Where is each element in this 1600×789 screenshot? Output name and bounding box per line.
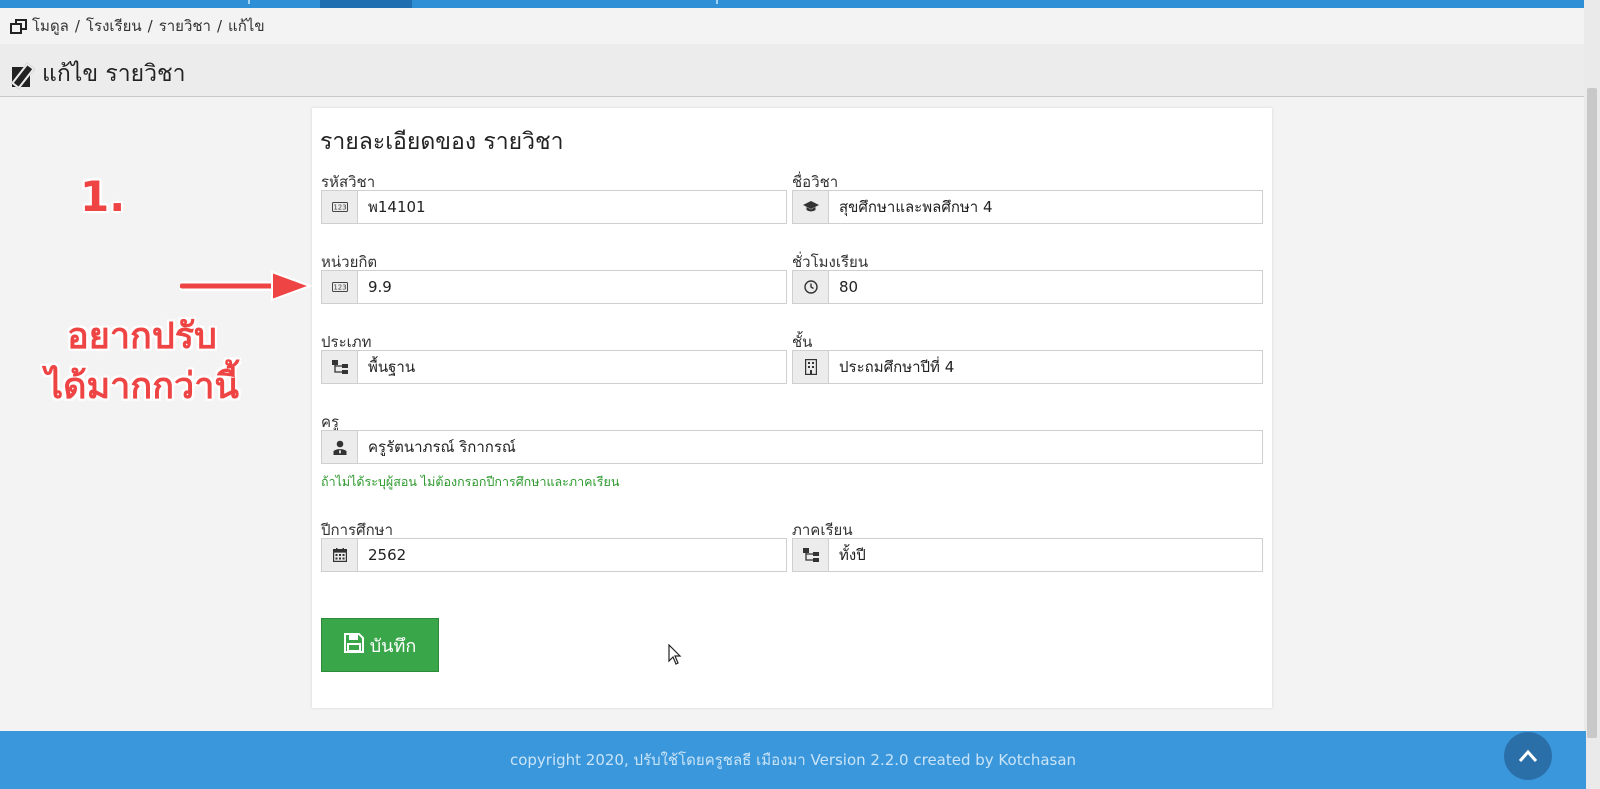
top-nav-bar bbox=[0, 0, 1600, 8]
name-input[interactable]: สุขศึกษาและพลศึกษา 4 bbox=[829, 191, 993, 223]
form-title: รายละเอียดของ รายวิชา bbox=[320, 129, 564, 155]
calendar-icon bbox=[322, 539, 358, 571]
back-to-top-button[interactable] bbox=[1504, 732, 1552, 780]
annotation-line-2: ได้มากกว่านี้ bbox=[44, 366, 240, 407]
chevron-up-icon bbox=[1518, 749, 1538, 762]
annotation-number: 1. bbox=[80, 172, 126, 221]
type-field[interactable]: พื้นฐาน bbox=[321, 350, 787, 384]
breadcrumb-item-module[interactable]: โมดูล bbox=[32, 14, 69, 38]
floppy-disk-icon bbox=[343, 632, 364, 658]
scrollbar-thumb[interactable] bbox=[1587, 88, 1597, 738]
code-field[interactable]: 123 พ14101 bbox=[321, 190, 787, 224]
breadcrumb-separator: / bbox=[147, 17, 153, 35]
term-select[interactable]: ทั้งปี bbox=[829, 539, 866, 571]
period-field[interactable]: 80 bbox=[792, 270, 1263, 304]
credit-input[interactable]: 9.9 bbox=[358, 271, 392, 303]
year-input[interactable]: 2562 bbox=[358, 539, 406, 571]
top-nav-active-tab[interactable] bbox=[320, 0, 412, 8]
save-button[interactable]: บันทึก bbox=[321, 618, 439, 672]
page-header bbox=[0, 44, 1586, 97]
breadcrumb: โมดูล / โรงเรียน / รายวิชา / แก้ไข bbox=[10, 14, 265, 38]
page-title: แก้ไข รายวิชา bbox=[10, 56, 186, 92]
class-field[interactable]: ประถมศึกษาปีที่ 4 bbox=[792, 350, 1263, 384]
credit-field[interactable]: 123 9.9 bbox=[321, 270, 787, 304]
building-icon bbox=[793, 351, 829, 383]
clock-icon bbox=[793, 271, 829, 303]
year-field[interactable]: 2562 bbox=[321, 538, 787, 572]
windows-icon bbox=[10, 19, 27, 34]
page-title-text: แก้ไข รายวิชา bbox=[42, 61, 186, 87]
breadcrumb-item-subject[interactable]: รายวิชา bbox=[159, 14, 211, 38]
top-nav-tick bbox=[248, 0, 250, 4]
teacher-select[interactable]: ครูรัตนาภรณ์ ริกากรณ์ bbox=[358, 431, 516, 463]
period-input[interactable]: 80 bbox=[829, 271, 858, 303]
top-nav-tick bbox=[716, 0, 718, 4]
teacher-hint: ถ้าไม่ได้ระบุผู้สอน ไม่ต้องกรอกปีการศึกษ… bbox=[321, 474, 620, 489]
breadcrumb-separator: / bbox=[74, 17, 80, 35]
svg-text:123: 123 bbox=[333, 204, 346, 212]
teacher-icon bbox=[322, 431, 358, 463]
edit-icon bbox=[10, 61, 36, 90]
breadcrumb-item-school[interactable]: โรงเรียน bbox=[86, 14, 142, 38]
annotation-line-1: อยากปรับ bbox=[67, 316, 217, 357]
breadcrumb-item-edit: แก้ไข bbox=[228, 17, 265, 35]
annotation-arrow-icon bbox=[180, 270, 312, 302]
scrollbar[interactable] bbox=[1584, 0, 1600, 789]
sitemap-icon bbox=[793, 539, 829, 571]
annotation-text: อยากปรับ ได้มากกว่านี้ bbox=[42, 312, 242, 412]
type-select[interactable]: พื้นฐาน bbox=[358, 351, 415, 383]
footer: copyright 2020, ปรับใช้โดยครูชลธี เมืองม… bbox=[0, 731, 1586, 789]
name-field[interactable]: สุขศึกษาและพลศึกษา 4 bbox=[792, 190, 1263, 224]
number-icon: 123 bbox=[322, 271, 358, 303]
code-input[interactable]: พ14101 bbox=[358, 191, 426, 223]
class-select[interactable]: ประถมศึกษาปีที่ 4 bbox=[829, 351, 954, 383]
footer-text: copyright 2020, ปรับใช้โดยครูชลธี เมืองม… bbox=[509, 751, 1077, 769]
save-button-label: บันทึก bbox=[369, 635, 417, 656]
sitemap-icon bbox=[322, 351, 358, 383]
mouse-cursor-icon bbox=[668, 644, 682, 665]
graduation-cap-icon bbox=[793, 191, 829, 223]
teacher-field[interactable]: ครูรัตนาภรณ์ ริกากรณ์ bbox=[321, 430, 1263, 464]
svg-text:123: 123 bbox=[333, 284, 346, 292]
breadcrumb-separator: / bbox=[216, 17, 223, 35]
term-field[interactable]: ทั้งปี bbox=[792, 538, 1263, 572]
number-icon: 123 bbox=[322, 191, 358, 223]
